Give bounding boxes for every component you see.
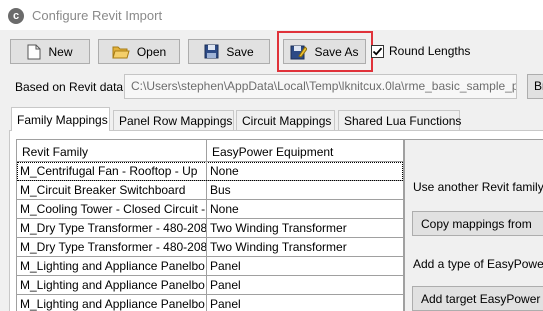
revit-logo-icon: c	[8, 8, 24, 24]
use-other-family-text: Use another Revit family'	[413, 180, 543, 194]
column-header-easypower-equipment[interactable]: EasyPower Equipment	[207, 140, 403, 162]
column-header-revit-family[interactable]: Revit Family	[17, 140, 207, 162]
round-lengths-checkbox[interactable]	[371, 45, 384, 58]
new-button-label: New	[48, 44, 73, 59]
checkmark-icon	[372, 47, 383, 56]
save-button[interactable]: Save	[188, 39, 270, 64]
save-as-highlight	[277, 31, 373, 72]
revit-family-cell[interactable]: M_Lighting and Appliance Panelbo	[17, 257, 207, 275]
revit-family-cell[interactable]: M_Centrifugal Fan - Rooftop - Up	[17, 162, 207, 180]
open-button-label: Open	[136, 44, 167, 59]
new-file-icon	[27, 44, 41, 59]
floppy-disk-icon	[204, 44, 219, 59]
save-button-label: Save	[226, 44, 254, 59]
round-lengths-label: Round Lengths	[389, 44, 471, 58]
open-button[interactable]: Open	[98, 39, 180, 64]
revit-family-cell[interactable]: M_Dry Type Transformer - 480-208	[17, 238, 207, 256]
browse-button[interactable]: Br	[527, 74, 543, 99]
folder-open-icon	[112, 46, 130, 58]
title-bar: c Configure Revit Import	[0, 0, 543, 31]
tab-panel-row-mappings[interactable]: Panel Row Mappings	[113, 110, 234, 130]
easypower-equipment-cell[interactable]: Bus	[207, 181, 403, 199]
grid-header: Revit Family EasyPower Equipment	[17, 140, 403, 162]
table-row[interactable]: M_Circuit Breaker Switchboard Bus	[17, 181, 403, 200]
table-row[interactable]: M_Lighting and Appliance Panelbo Panel	[17, 257, 403, 276]
easypower-equipment-cell[interactable]: Two Winding Transformer	[207, 219, 403, 237]
easypower-equipment-cell[interactable]: None	[207, 200, 403, 218]
table-row[interactable]: M_Dry Type Transformer - 480-208 Two Win…	[17, 219, 403, 238]
based-on-label: Based on Revit data:	[15, 80, 127, 94]
add-type-text: Add a type of EasyPower	[413, 257, 543, 271]
easypower-equipment-cell[interactable]: None	[207, 162, 403, 180]
window-title: Configure Revit Import	[32, 8, 163, 23]
new-button[interactable]: New	[10, 39, 90, 64]
revit-family-cell[interactable]: M_Lighting and Appliance Panelbo	[17, 276, 207, 294]
revit-family-cell[interactable]: M_Lighting and Appliance Panelbo	[17, 295, 207, 311]
easypower-equipment-cell[interactable]: Panel	[207, 295, 403, 311]
table-row[interactable]: M_Dry Type Transformer - 480-208 Two Win…	[17, 238, 403, 257]
tab-family-mappings[interactable]: Family Mappings	[11, 107, 110, 131]
family-mappings-grid[interactable]: Revit Family EasyPower Equipment M_Centr…	[16, 139, 404, 311]
revit-family-cell[interactable]: M_Dry Type Transformer - 480-208	[17, 219, 207, 237]
copy-mappings-button[interactable]: Copy mappings from	[412, 211, 543, 236]
tab-shared-lua-functions[interactable]: Shared Lua Functions	[338, 110, 461, 130]
revit-family-cell[interactable]: M_Cooling Tower - Closed Circuit -	[17, 200, 207, 218]
tab-circuit-mappings[interactable]: Circuit Mappings	[236, 110, 335, 130]
table-row[interactable]: M_Centrifugal Fan - Rooftop - Up None	[17, 162, 403, 181]
revit-data-path-field[interactable]: C:\Users\stephen\AppData\Local\Temp\lkni…	[124, 74, 517, 99]
table-row[interactable]: M_Cooling Tower - Closed Circuit - None	[17, 200, 403, 219]
easypower-equipment-cell[interactable]: Panel	[207, 276, 403, 294]
easypower-equipment-cell[interactable]: Two Winding Transformer	[207, 238, 403, 256]
table-row[interactable]: M_Lighting and Appliance Panelbo Panel	[17, 276, 403, 295]
easypower-equipment-cell[interactable]: Panel	[207, 257, 403, 275]
revit-family-cell[interactable]: M_Circuit Breaker Switchboard	[17, 181, 207, 199]
table-row[interactable]: M_Lighting and Appliance Panelbo Panel	[17, 295, 403, 311]
add-target-button[interactable]: Add target EasyPower t	[412, 286, 543, 311]
